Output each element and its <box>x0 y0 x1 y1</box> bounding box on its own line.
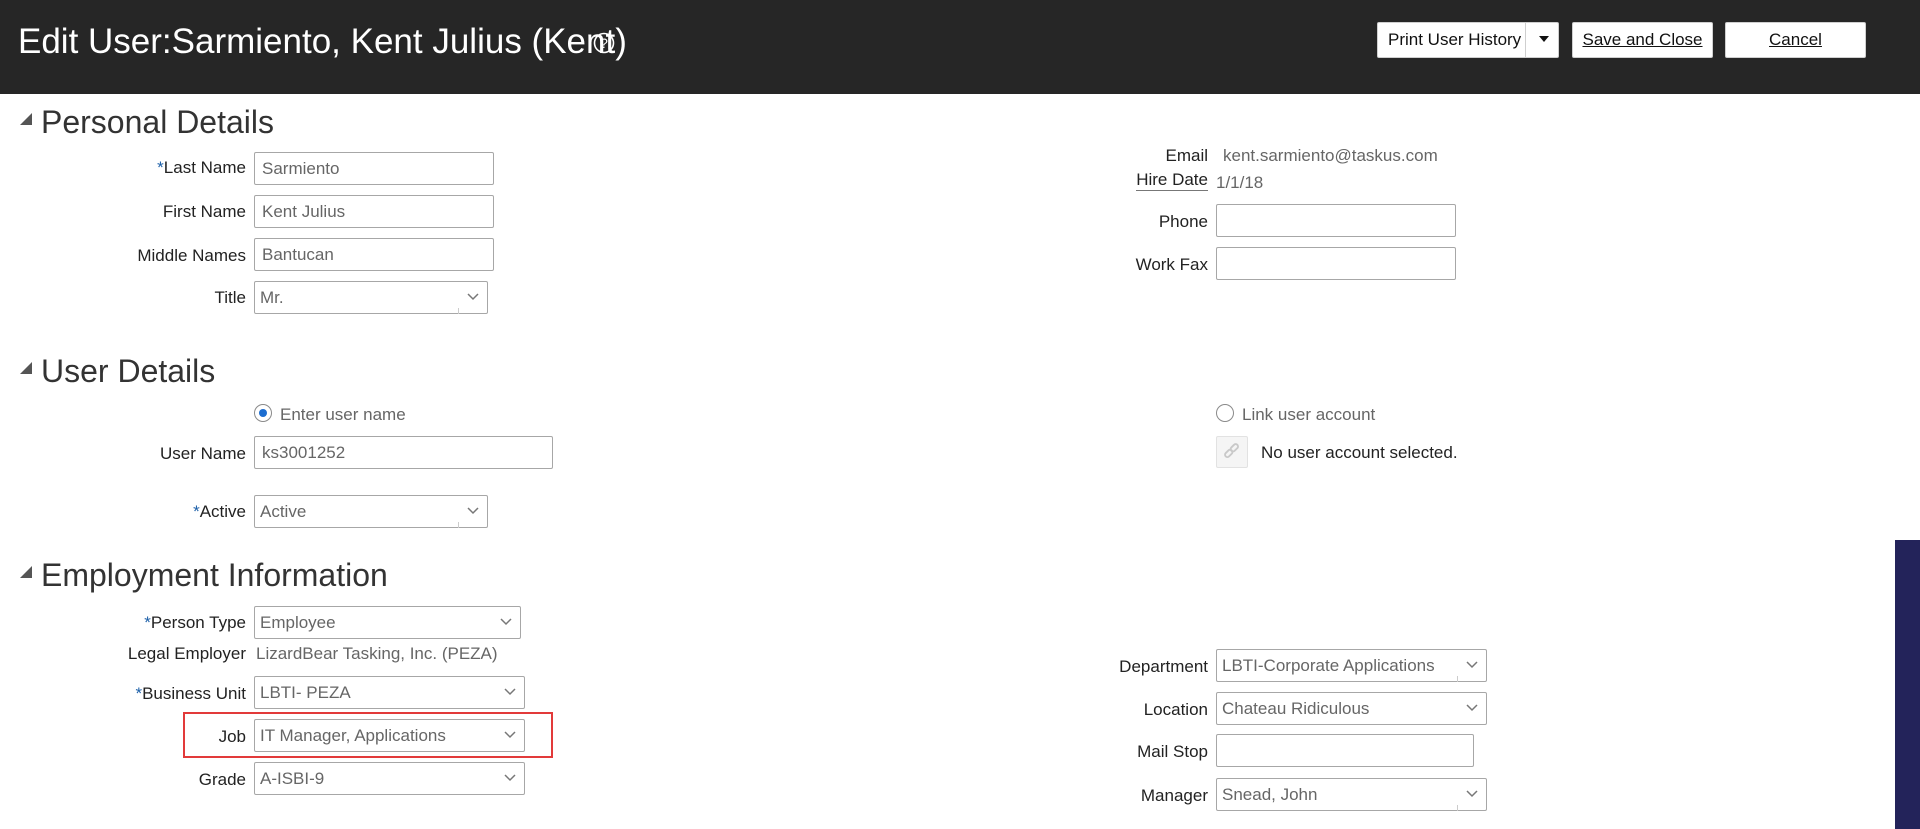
middle-names-field[interactable]: Bantucan <box>254 238 494 271</box>
collapse-triangle-icon[interactable] <box>19 565 33 579</box>
business-unit-select[interactable]: LBTI- PEZA <box>254 676 525 709</box>
active-select[interactable]: Active <box>254 495 488 528</box>
cancel-label: Cancel <box>1769 30 1822 49</box>
no-account-selected-text: No user account selected. <box>1261 443 1458 462</box>
first-name-label: First Name <box>162 202 246 221</box>
email-label: Email <box>1165 146 1208 165</box>
link-account-button[interactable] <box>1216 436 1248 468</box>
title-select-value: Mr. <box>260 288 284 307</box>
email-value: kent.sarmiento@taskus.com <box>1223 146 1438 165</box>
link-icon <box>1224 443 1239 459</box>
manager-select[interactable]: Snead, John <box>1216 778 1487 811</box>
link-user-account-label: Link user account <box>1242 405 1376 424</box>
manager-label: Manager <box>1140 786 1208 805</box>
chevron-down-icon <box>467 293 479 301</box>
link-user-account-radio[interactable] <box>1216 404 1234 422</box>
grade-select[interactable]: A-ISBI-9 <box>254 762 525 795</box>
svg-text:?: ? <box>600 35 608 51</box>
work-fax-field[interactable] <box>1216 247 1456 280</box>
enter-user-name-label: Enter user name <box>280 405 406 424</box>
person-type-label: *Person Type <box>144 613 246 632</box>
print-user-history-label: Print User History <box>1388 30 1522 49</box>
user-name-field[interactable]: ks3001252 <box>254 436 553 469</box>
chevron-down-icon <box>500 618 512 626</box>
location-select[interactable]: Chateau Ridiculous <box>1216 692 1487 725</box>
person-type-select-value: Employee <box>260 613 336 632</box>
select-divider <box>1457 805 1458 811</box>
cancel-button[interactable]: Cancel <box>1725 22 1866 58</box>
collapse-triangle-icon[interactable] <box>19 112 33 126</box>
title-label: Title <box>214 288 247 307</box>
grade-select-value: A-ISBI-9 <box>260 769 325 788</box>
select-divider <box>458 522 459 528</box>
legal-employer-label: Legal Employer <box>127 644 246 663</box>
legal-employer-value: LizardBear Tasking, Inc. (PEZA) <box>256 644 498 663</box>
required-marker: * <box>157 158 164 177</box>
section-title-employment-information: Employment Information <box>41 557 388 593</box>
page-title: Edit User:Sarmiento, Kent Julius (Kent) <box>18 22 627 61</box>
phone-label: Phone <box>1158 212 1208 231</box>
select-divider <box>1457 676 1458 682</box>
chevron-down-icon <box>467 507 479 515</box>
chevron-down-icon <box>1466 661 1478 669</box>
chevron-down-icon <box>1466 790 1478 798</box>
section-title-user-details: User Details <box>41 353 216 389</box>
active-label: *Active <box>193 502 246 521</box>
department-label: Department <box>1119 657 1208 676</box>
scrollbar-thumb[interactable] <box>1895 540 1920 829</box>
title-select[interactable]: Mr. <box>254 281 488 314</box>
job-highlight-box <box>183 712 553 758</box>
hire-date-label: Hire Date <box>1136 170 1208 191</box>
required-marker: * <box>144 613 151 632</box>
question-circle-icon[interactable]: ? <box>593 32 615 54</box>
last-name-label: *Last Name <box>157 158 246 177</box>
middle-names-label: Middle Names <box>137 246 246 265</box>
chevron-down-icon <box>504 774 516 782</box>
last-name-field[interactable]: Sarmiento <box>254 152 494 185</box>
hire-date-value: 1/1/18 <box>1216 173 1264 192</box>
location-label: Location <box>1143 700 1208 719</box>
collapse-triangle-icon[interactable] <box>19 361 33 375</box>
print-options-dropdown-icon[interactable] <box>1530 22 1558 58</box>
department-select-value: LBTI-Corporate Applications <box>1222 656 1435 675</box>
user-name-label: User Name <box>160 444 246 463</box>
section-title-personal-details: Personal Details <box>41 104 274 140</box>
required-marker: * <box>193 502 200 521</box>
mail-stop-field[interactable] <box>1216 734 1474 767</box>
active-select-value: Active <box>260 502 307 521</box>
business-unit-label: *Business Unit <box>135 684 246 703</box>
save-and-close-button[interactable]: Save and Close <box>1572 22 1713 58</box>
department-select[interactable]: LBTI-Corporate Applications <box>1216 649 1487 682</box>
manager-select-value: Snead, John <box>1222 785 1318 804</box>
select-divider <box>458 308 459 314</box>
work-fax-label: Work Fax <box>1135 255 1208 274</box>
split-divider <box>1525 22 1526 58</box>
page-header: Edit User:Sarmiento, Kent Julius (Kent) … <box>0 0 1920 94</box>
save-and-close-label: Save and Close <box>1582 30 1703 49</box>
person-type-select[interactable]: Employee <box>254 606 521 639</box>
grade-label: Grade <box>198 770 246 789</box>
chevron-down-icon <box>1466 704 1478 712</box>
chevron-down-icon <box>504 688 516 696</box>
enter-user-name-radio[interactable] <box>254 404 272 422</box>
phone-field[interactable] <box>1216 204 1456 237</box>
business-unit-select-value: LBTI- PEZA <box>260 683 351 702</box>
mail-stop-label: Mail Stop <box>1137 742 1208 761</box>
first-name-field[interactable]: Kent Julius <box>254 195 494 228</box>
location-select-value: Chateau Ridiculous <box>1222 699 1370 718</box>
